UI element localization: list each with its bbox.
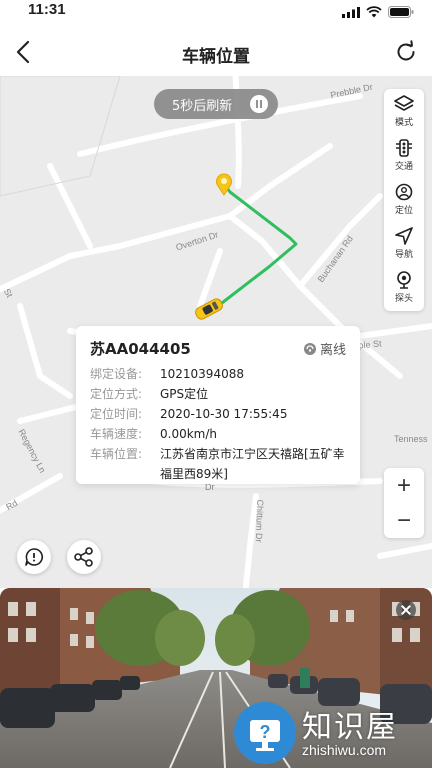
info-value: 10210394088 bbox=[160, 367, 244, 381]
alert-bubble-icon bbox=[25, 548, 43, 566]
info-value: 0.00km/h bbox=[160, 427, 218, 441]
info-row-speed: 车辆速度: 0.00km/h bbox=[90, 424, 348, 444]
map-tool-panel: 模式 交通 定位 导航 探头 bbox=[384, 89, 424, 311]
status-time: 11:31 bbox=[28, 1, 66, 18]
start-marker-icon bbox=[216, 173, 232, 196]
wifi-icon bbox=[366, 6, 382, 18]
watermark-badge-icon: ? bbox=[234, 702, 296, 764]
info-row-method: 定位方式: GPS定位 bbox=[90, 384, 348, 404]
info-label: 车辆位置: bbox=[90, 447, 143, 461]
camera-probe-icon bbox=[397, 271, 411, 289]
tool-mode[interactable]: 模式 bbox=[384, 89, 424, 133]
offline-signal-icon bbox=[303, 342, 316, 355]
signal-icon bbox=[342, 6, 360, 18]
zoom-controls: + − bbox=[384, 468, 424, 538]
info-row-location: 车辆位置: 江苏省南京市江宁区天禧路[五矿幸福里西89米] bbox=[90, 444, 348, 484]
vehicle-car-icon[interactable] bbox=[192, 298, 226, 320]
status-badge: 离线 bbox=[303, 339, 346, 358]
info-label: 定位方式: bbox=[90, 387, 143, 401]
auto-refresh-pill[interactable]: 5秒后刷新 bbox=[154, 89, 278, 119]
info-row-time: 定位时间: 2020-10-30 17:55:45 bbox=[90, 404, 348, 424]
tool-label: 交通 bbox=[394, 162, 413, 172]
info-value: 江苏省南京市江宁区天禧路[五矿幸福里西89米] bbox=[160, 447, 345, 481]
zoom-in-button[interactable]: + bbox=[384, 468, 424, 503]
info-label: 定位时间: bbox=[90, 407, 143, 421]
tool-locate[interactable]: 定位 bbox=[384, 177, 424, 221]
close-street-view-button[interactable] bbox=[396, 600, 416, 620]
watermark-text-cn: 知识屋 bbox=[302, 710, 398, 745]
vehicle-info-card: 苏AA044405 离线 绑定设备: 10210394088 定位方式: GPS定位… bbox=[76, 326, 360, 484]
zoom-out-button[interactable]: − bbox=[384, 503, 424, 538]
watermark-text-en: zhishiwu.com bbox=[302, 742, 387, 758]
tool-camera-probe[interactable]: 探头 bbox=[384, 265, 424, 309]
tool-label: 探头 bbox=[394, 294, 413, 304]
tool-label: 导航 bbox=[394, 250, 413, 260]
share-icon bbox=[74, 547, 93, 567]
refresh-icon bbox=[397, 40, 415, 61]
status-text: 离线 bbox=[319, 343, 346, 358]
watermark-logo: ? 知识屋 zhishiwu.com bbox=[234, 700, 432, 768]
tool-traffic[interactable]: 交通 bbox=[384, 133, 424, 177]
info-value: GPS定位 bbox=[160, 387, 209, 401]
battery-icon bbox=[388, 6, 414, 18]
tool-navigation[interactable]: 导航 bbox=[384, 221, 424, 265]
refresh-button[interactable] bbox=[394, 40, 418, 64]
tool-label: 模式 bbox=[394, 118, 413, 128]
road-label: Chittum Dr bbox=[253, 499, 266, 543]
navigation-arrow-icon bbox=[395, 227, 413, 245]
info-value: 2020-10-30 17:55:45 bbox=[160, 407, 288, 421]
page-title: 车辆位置 bbox=[182, 47, 250, 67]
locate-person-icon bbox=[395, 183, 413, 201]
info-label: 车辆速度: bbox=[90, 427, 143, 441]
plate-number: 苏AA044405 bbox=[90, 340, 191, 358]
info-label: 绑定设备: bbox=[90, 367, 143, 381]
refresh-countdown-text: 5秒后刷新 bbox=[172, 98, 233, 114]
info-row-device: 绑定设备: 10210394088 bbox=[90, 364, 348, 384]
svg-text:?: ? bbox=[260, 722, 271, 742]
tool-label: 定位 bbox=[394, 206, 413, 216]
traffic-light-icon bbox=[396, 139, 412, 157]
pause-icon[interactable] bbox=[250, 95, 268, 113]
layers-icon bbox=[394, 95, 414, 111]
map-view[interactable]: Prebble Dr Overton Dr Buchanan Rd Maple … bbox=[0, 76, 432, 588]
share-button[interactable] bbox=[67, 540, 101, 574]
alert-button[interactable] bbox=[17, 540, 51, 574]
road-label: Tenness bbox=[394, 434, 428, 444]
nav-bar: 车辆位置 bbox=[0, 24, 432, 76]
status-bar: 11:31 bbox=[0, 0, 432, 24]
status-icons bbox=[342, 5, 414, 19]
